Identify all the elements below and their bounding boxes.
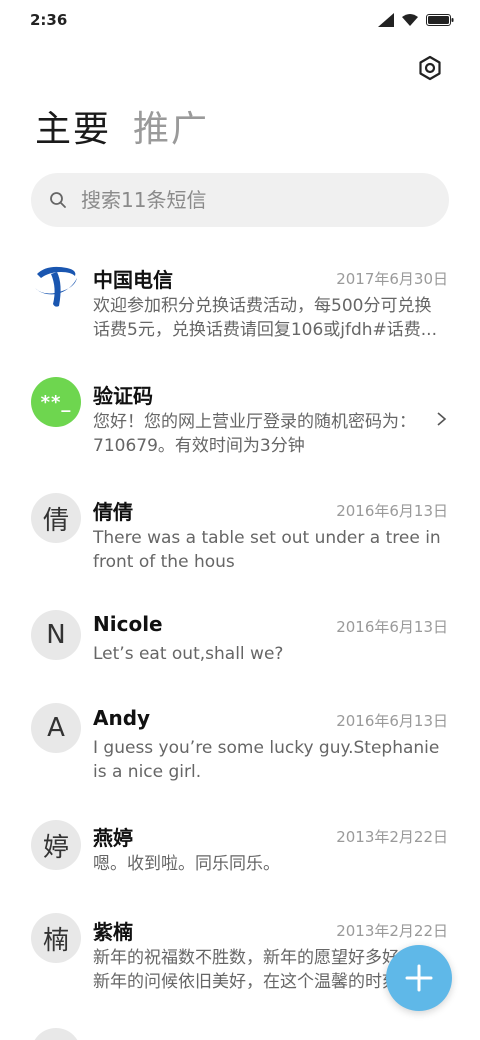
- folder-tabs: 主要 推广: [35, 106, 209, 154]
- avatar: **_: [31, 377, 81, 427]
- thread-preview: 嗯。收到啦。同乐同乐。: [93, 854, 280, 874]
- thread-item-qianqian[interactable]: 倩 倩倩 2016年6月13日 There was a table set ou…: [0, 478, 480, 594]
- avatar: N: [31, 610, 81, 660]
- wifi-icon: [402, 14, 418, 26]
- tab-promotions[interactable]: 推广: [133, 106, 209, 154]
- settings-button[interactable]: [414, 52, 446, 84]
- avatar: 倩: [31, 493, 81, 543]
- thread-item-nicole[interactable]: N Nicole 2016年6月13日 Let’s eat out,shall …: [0, 594, 480, 688]
- thread-date: 2013年2月22日: [336, 828, 448, 846]
- messages-screen: 2:36 主要 推广 搜索11条短信 中国电信 2017年6月30日 欢迎参加积…: [0, 0, 480, 1040]
- thread-name: Andy: [93, 706, 151, 730]
- avatar: [31, 1028, 81, 1040]
- new-message-button[interactable]: [386, 945, 452, 1011]
- thread-item-andy[interactable]: A Andy 2016年6月13日 I guess you’re some lu…: [0, 688, 480, 804]
- gear-icon: [419, 55, 441, 81]
- avatar: A: [31, 703, 81, 753]
- plus-icon: [405, 964, 433, 992]
- tab-primary[interactable]: 主要: [35, 106, 111, 154]
- thread-item-china-telecom[interactable]: 中国电信 2017年6月30日 欢迎参加积分兑换话费活动，每500分可兑换话费5…: [0, 246, 480, 362]
- thread-preview: Let’s eat out,shall we?: [93, 644, 284, 664]
- search-input[interactable]: [79, 187, 403, 213]
- thread-name: Nicole: [93, 612, 163, 636]
- search-bar[interactable]: [31, 173, 449, 227]
- thread-date: 2017年6月30日: [336, 270, 448, 288]
- thread-preview: I guess you’re some lucky guy.Stephanie …: [93, 738, 440, 782]
- search-icon: [50, 192, 66, 208]
- thread-item-partial[interactable]: [0, 1014, 480, 1040]
- thread-name: 燕婷: [93, 826, 133, 850]
- battery-icon: [426, 14, 454, 26]
- avatar: 婷: [31, 820, 81, 870]
- thread-date: 2013年2月22日: [336, 922, 448, 940]
- thread-date: 2016年6月13日: [336, 712, 448, 730]
- thread-name: 中国电信: [93, 268, 173, 292]
- thread-item-yanting[interactable]: 婷 燕婷 2013年2月22日 嗯。收到啦。同乐同乐。: [0, 804, 480, 898]
- status-time: 2:36: [30, 11, 68, 29]
- china-telecom-logo-icon: [35, 266, 77, 307]
- thread-item-verification-code[interactable]: **_ 验证码 您好！您的网上营业厅登录的随机密码为：710679。有效时间为3…: [0, 362, 480, 478]
- thread-preview: There was a table set out under a tree i…: [93, 528, 441, 572]
- thread-name: 倩倩: [93, 500, 133, 524]
- avatar: 楠: [31, 913, 81, 963]
- thread-date: 2016年6月13日: [336, 618, 448, 636]
- thread-preview: 欢迎参加积分兑换话费活动，每500分可兑换话费5元，兑换话费请回复106或jfd…: [93, 296, 437, 340]
- status-icons: [378, 13, 454, 27]
- thread-date: 2016年6月13日: [336, 502, 448, 520]
- thread-name: 紫楠: [93, 920, 133, 944]
- chevron-right-icon: [437, 412, 447, 426]
- signal-icon: [378, 13, 394, 27]
- thread-name: 验证码: [93, 384, 153, 408]
- thread-preview: 您好！您的网上营业厅登录的随机密码为：710679。有效时间为3分钟: [93, 412, 416, 456]
- status-bar: 2:36: [0, 0, 480, 40]
- avatar: [31, 260, 81, 310]
